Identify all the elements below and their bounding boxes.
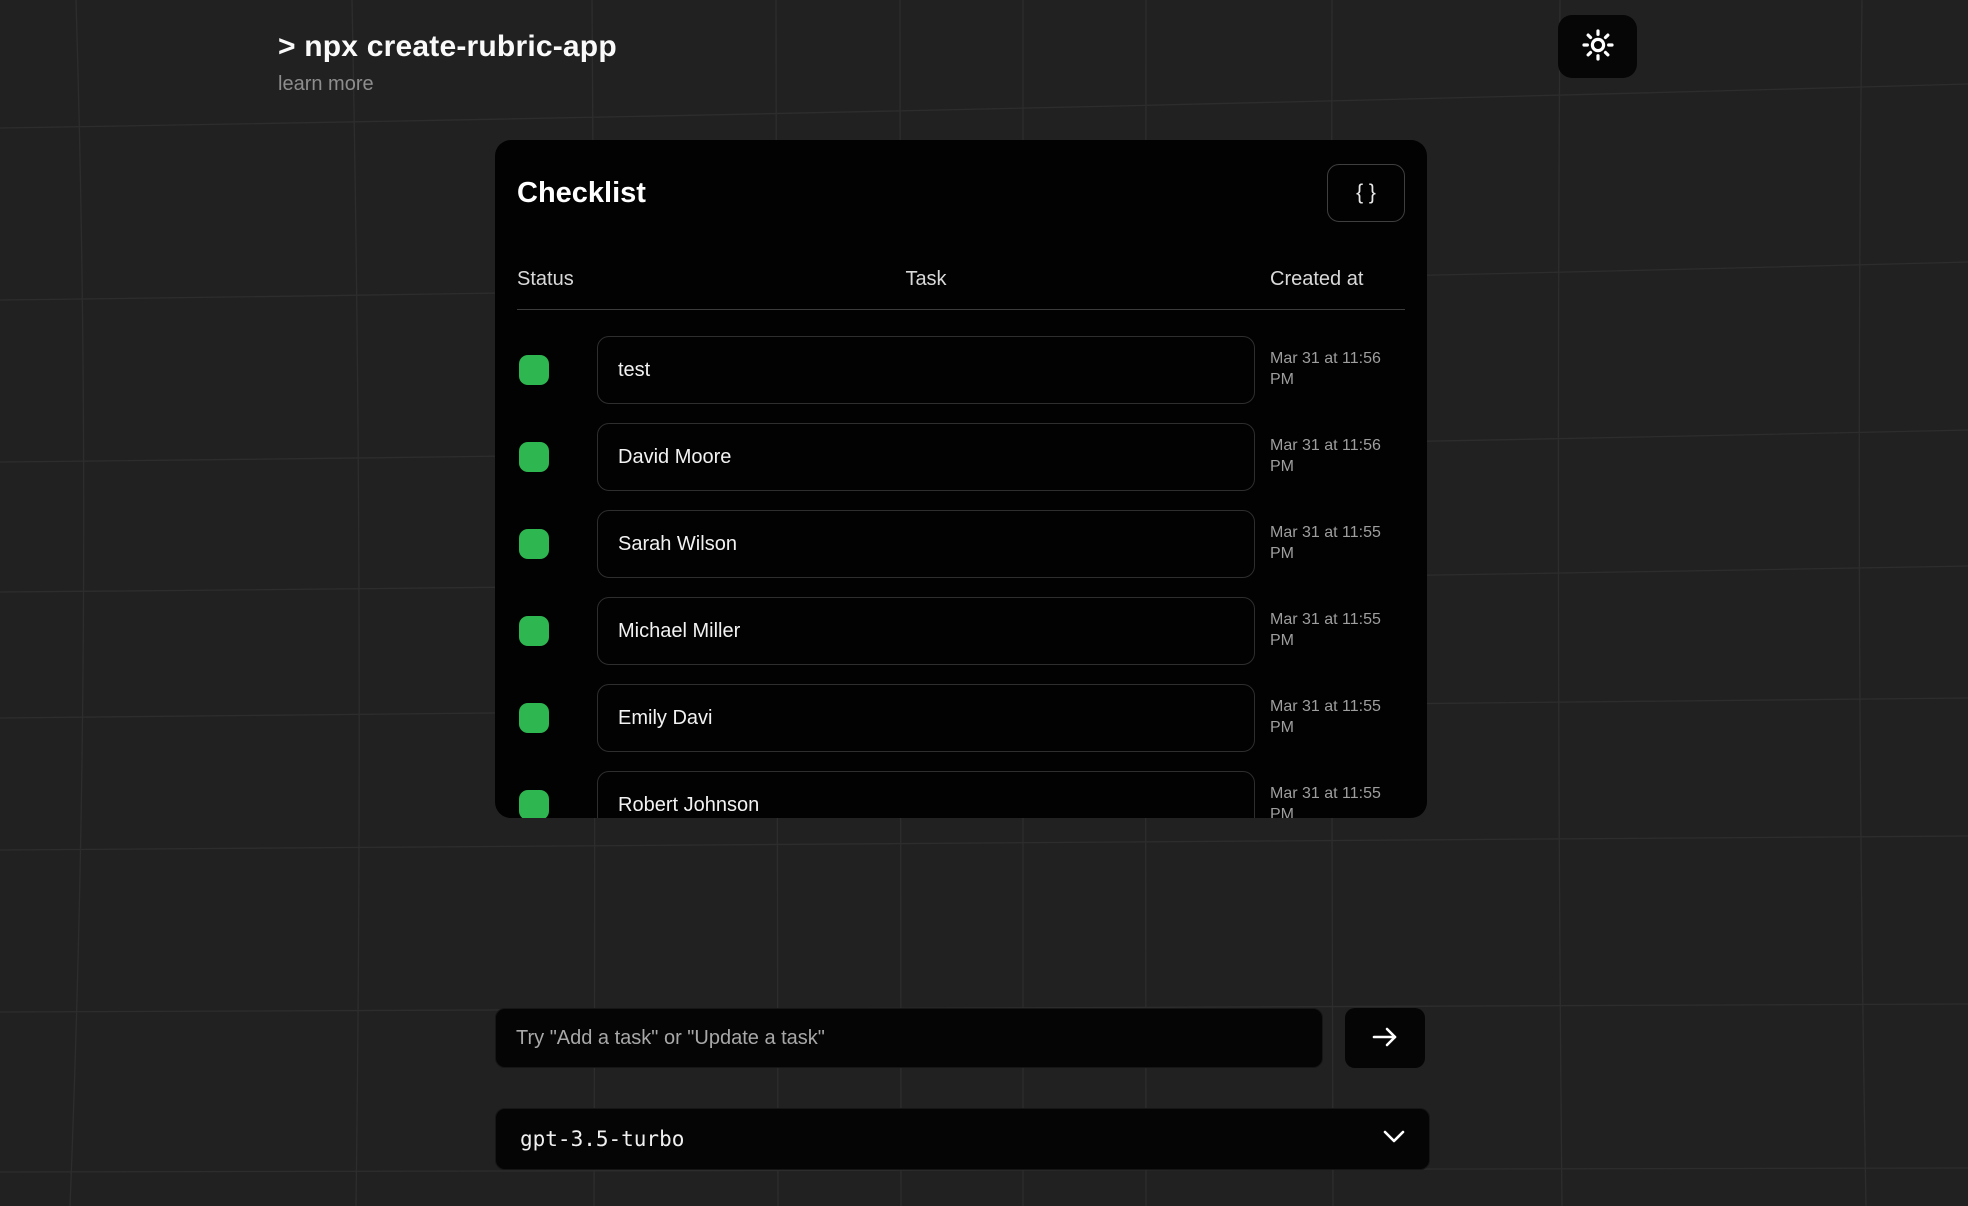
app-title: > npx create-rubric-app [278,30,617,64]
checklist-card: Checklist { } Status Task Created at Mar… [495,140,1427,818]
json-view-button[interactable]: { } [1327,164,1405,222]
table-row: Mar 31 at 11:55 PM [517,597,1405,665]
task-created-at: Mar 31 at 11:55 PM [1255,610,1404,652]
chevron-down-icon [1383,1130,1405,1148]
task-text-input[interactable] [597,597,1255,665]
task-created-at: Mar 31 at 11:56 PM [1255,349,1404,391]
sun-icon [1582,29,1614,64]
task-checkbox[interactable] [519,703,549,733]
table-row: Mar 31 at 11:56 PM [517,336,1405,404]
theme-toggle-button[interactable] [1558,15,1637,78]
task-created-at: Mar 31 at 11:55 PM [1255,523,1404,565]
table-row: Mar 31 at 11:55 PM [517,684,1405,752]
task-created-at: Mar 31 at 11:55 PM [1255,784,1404,818]
task-checkbox[interactable] [519,529,549,559]
model-select[interactable]: gpt-3.5-turbo [495,1108,1430,1170]
task-checkbox[interactable] [519,616,549,646]
send-button[interactable] [1345,1008,1425,1068]
task-checkbox[interactable] [519,442,549,472]
table-header: Status Task Created at [517,268,1405,310]
table-row: Mar 31 at 11:55 PM [517,771,1405,818]
column-created-at: Created at [1255,268,1405,291]
arrow-right-icon [1370,1024,1400,1053]
task-created-at: Mar 31 at 11:55 PM [1255,697,1404,739]
table-row: Mar 31 at 11:56 PM [517,423,1405,491]
task-text-input[interactable] [597,510,1255,578]
task-command-input[interactable] [495,1008,1323,1068]
model-select-value: gpt-3.5-turbo [520,1127,684,1151]
app-header: > npx create-rubric-app learn more [278,30,617,96]
column-task: Task [597,268,1255,291]
learn-more-link[interactable]: learn more [278,73,374,96]
task-text-input[interactable] [597,771,1255,818]
table-row: Mar 31 at 11:55 PM [517,510,1405,578]
task-text-input[interactable] [597,684,1255,752]
task-text-input[interactable] [597,336,1255,404]
card-title: Checklist [517,177,646,210]
task-list: Mar 31 at 11:56 PM Mar 31 at 11:56 PM Ma… [517,336,1405,818]
task-checkbox[interactable] [519,790,549,818]
task-text-input[interactable] [597,423,1255,491]
column-status: Status [517,268,597,291]
task-created-at: Mar 31 at 11:56 PM [1255,436,1404,478]
task-checkbox[interactable] [519,355,549,385]
